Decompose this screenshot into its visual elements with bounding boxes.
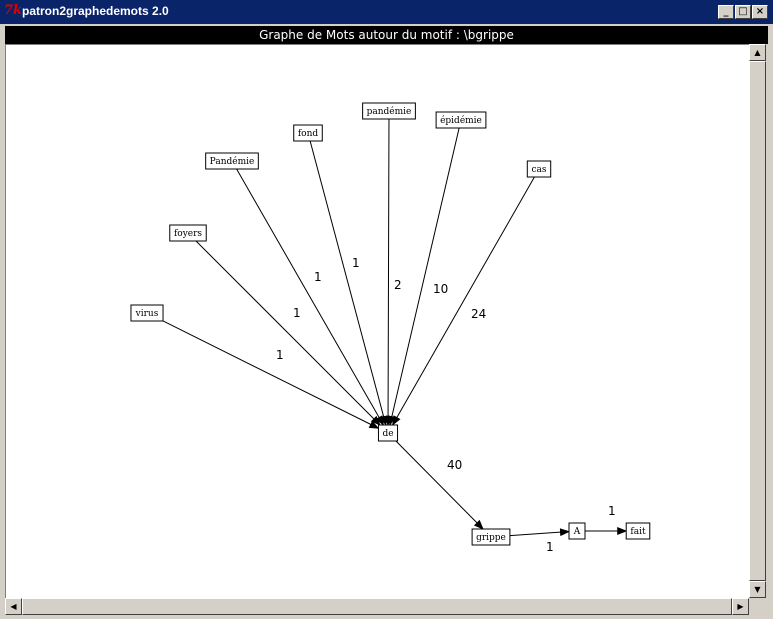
graph-node-fond[interactable]: fond	[293, 124, 323, 142]
minimize-button[interactable]: _	[718, 5, 734, 19]
graph-node-label: fond	[298, 129, 319, 139]
graph-edge-pandemie-de	[236, 168, 384, 426]
window-title: patron2graphedemots 2.0	[22, 4, 169, 18]
graph-node-label: de	[382, 429, 393, 439]
graph-edge-weight: 1	[314, 270, 322, 284]
graph-edge-weight: 2	[394, 278, 402, 292]
scroll-corner	[749, 598, 766, 615]
graph-node-a[interactable]: A	[568, 522, 586, 540]
graph-node-label: fait	[630, 527, 646, 537]
graph-header: Graphe de Mots autour du motif : \bgripp…	[5, 26, 768, 44]
graph-node-cas[interactable]: cas	[526, 160, 552, 178]
graph-edge-weight: 10	[433, 282, 448, 296]
graph-edge-de-grippe	[395, 440, 484, 530]
graph-edge-grippe-a	[509, 528, 570, 537]
graph-node-de[interactable]: de	[377, 424, 399, 442]
graph-edge-weight: 40	[447, 458, 462, 472]
graph-edge-weight: 1	[608, 504, 616, 518]
graph-node-epidemie[interactable]: épidémie	[435, 111, 487, 129]
graph-edge-weight: 1	[293, 306, 301, 320]
vertical-scrollbar[interactable]: ▲ ▼	[749, 44, 766, 598]
app-icon: 7k	[4, 3, 23, 18]
graph-node-pandemie[interactable]: Pandémie	[205, 152, 259, 170]
scroll-left-button[interactable]: ◀	[5, 598, 22, 615]
graph-node-label: virus	[135, 309, 159, 319]
graph-canvas[interactable]: 1 1 1 1 2 10 24 40 1 1 virus foyers Pandémie fond pan…	[5, 44, 749, 598]
word-graph: 1 1 1 1 2 10 24 40 1 1 virus foyers Pandémie fond pan…	[130, 102, 651, 554]
graph-node-label: cas	[531, 165, 546, 175]
graph-node-label: Pandémie	[210, 156, 255, 167]
graph-node-pandemie[interactable]: pandémie	[362, 102, 416, 120]
horizontal-scrollbar[interactable]: ◀ ▶	[5, 598, 749, 615]
graph-edge-cas-de	[392, 176, 535, 426]
graph-node-label: épidémie	[440, 115, 482, 126]
graph-node-foyers[interactable]: foyers	[169, 224, 207, 242]
graph-node-label: pandémie	[367, 106, 412, 117]
graph-node-label: foyers	[174, 229, 202, 239]
graph-edge-weight: 24	[471, 307, 486, 321]
graph-edge-virus-de	[162, 320, 380, 429]
graph-node-fait[interactable]: fait	[625, 522, 651, 540]
graph-node-label: A	[573, 527, 581, 537]
graph-node-label: grippe	[476, 533, 506, 543]
horizontal-scroll-thumb[interactable]	[22, 598, 732, 615]
graph-edge-weight: 1	[546, 540, 554, 554]
scroll-right-button[interactable]: ▶	[732, 598, 749, 615]
graph-node-virus[interactable]: virus	[130, 304, 164, 322]
graph-edge-epidemie-de	[388, 127, 460, 426]
maximize-button[interactable]: □	[735, 5, 751, 19]
graph-edge-weight: 1	[352, 256, 360, 270]
graph-edge-pandemie-de	[384, 118, 393, 426]
scroll-down-button[interactable]: ▼	[749, 581, 766, 598]
scroll-up-button[interactable]: ▲	[749, 44, 766, 61]
vertical-scroll-thumb[interactable]	[749, 61, 766, 581]
graph-node-grippe[interactable]: grippe	[471, 528, 511, 546]
title-bar[interactable]: 7k patron2graphedemots 2.0 _ □ ×	[0, 0, 773, 24]
graph-edge-weight: 1	[276, 348, 284, 362]
close-button[interactable]: ×	[752, 5, 768, 19]
